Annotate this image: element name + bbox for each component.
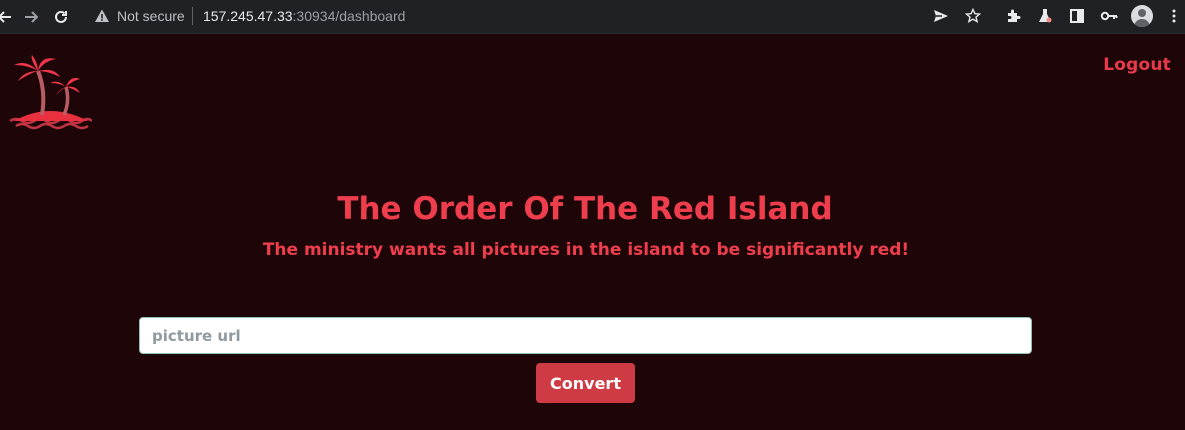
picture-url-input[interactable]: [139, 317, 1032, 354]
avatar-body: [1134, 19, 1150, 27]
logout-link[interactable]: Logout: [1103, 55, 1171, 75]
url-path: :30934/dashboard: [292, 8, 406, 24]
url-separator: [192, 7, 193, 25]
url-host: 157.245.47.33: [203, 8, 293, 24]
url-text[interactable]: 157.245.47.33:30934/dashboard: [203, 8, 405, 24]
page-title: The Order Of The Red Island: [337, 191, 833, 227]
dashboard-page: Logout The Order Of The Red Island The m…: [0, 35, 1185, 430]
convert-button[interactable]: Convert: [536, 363, 635, 403]
palm-island-logo[interactable]: [8, 55, 92, 133]
flask-icon[interactable]: [1035, 6, 1055, 26]
account-icon[interactable]: [1131, 5, 1153, 27]
back-arrow-icon[interactable]: [0, 6, 16, 28]
key-icon[interactable]: [1099, 6, 1119, 26]
star-icon[interactable]: [963, 6, 983, 26]
forward-arrow-icon[interactable]: [20, 6, 42, 28]
side-panel-icon[interactable]: [1067, 6, 1087, 26]
warning-icon[interactable]: [94, 8, 110, 24]
page-subtitle: The ministry wants all pictures in the i…: [262, 240, 910, 260]
send-icon[interactable]: [931, 6, 951, 26]
more-vert-icon[interactable]: [1164, 6, 1184, 26]
extensions-icon[interactable]: [1004, 6, 1024, 26]
address-bar[interactable]: Not secure 157.245.47.33:30934/dashboard: [82, 3, 994, 30]
security-label[interactable]: Not secure: [117, 8, 185, 24]
browser-toolbar: Not secure 157.245.47.33:30934/dashboard: [0, 0, 1185, 34]
avatar-head: [1138, 9, 1146, 17]
reload-icon[interactable]: [50, 6, 72, 28]
